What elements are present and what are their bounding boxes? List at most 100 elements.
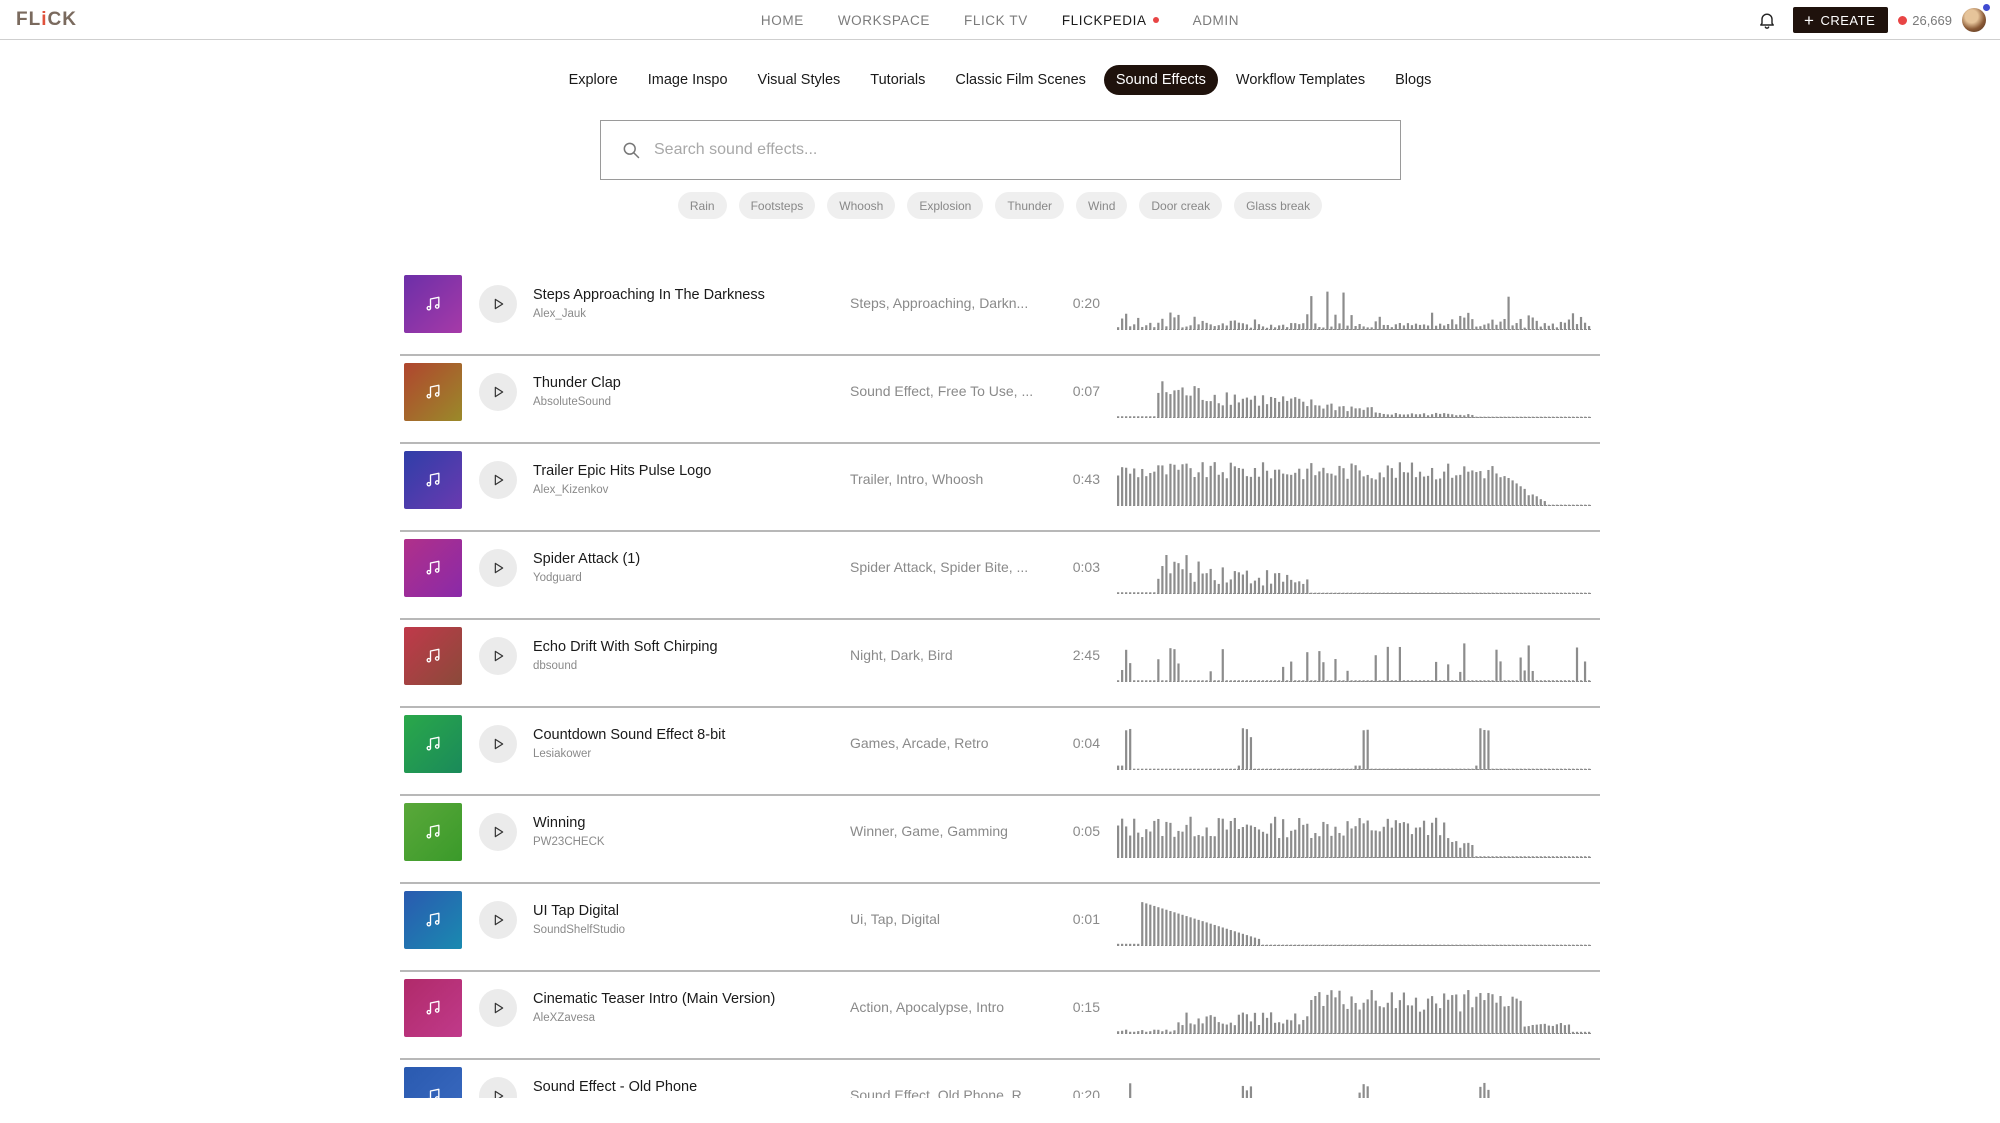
sound-row[interactable]: Winning PW23CHECK Winner, Game, Gamming 0:0…	[400, 796, 1600, 884]
waveform[interactable]	[1117, 634, 1592, 682]
sound-author[interactable]: Alex_Jauk	[533, 308, 586, 320]
sound-title[interactable]: Cinematic Teaser Intro (Main Version)	[533, 991, 775, 1007]
play-icon	[490, 1000, 506, 1016]
sound-row[interactable]: Spider Attack (1) Yodguard Spider Attack, …	[400, 532, 1600, 620]
waveform[interactable]	[1117, 458, 1592, 506]
play-button[interactable]	[479, 725, 517, 763]
tab-classic-film-scenes[interactable]: Classic Film Scenes	[943, 65, 1098, 95]
sound-author[interactable]: dbsound	[533, 660, 577, 672]
chip-thunder[interactable]: Thunder	[995, 192, 1065, 219]
sound-duration: 2:45	[1072, 647, 1100, 663]
sound-duration: 0:15	[1072, 999, 1100, 1015]
play-icon	[490, 736, 506, 752]
music-note-icon	[423, 734, 443, 754]
sound-thumbnail[interactable]	[404, 891, 462, 949]
chip-explosion[interactable]: Explosion	[907, 192, 984, 219]
tab-image-inspo[interactable]: Image Inspo	[636, 65, 740, 95]
chip-rain[interactable]: Rain	[677, 192, 727, 219]
nav-workspace[interactable]: WORKSPACE	[821, 13, 947, 28]
music-note-icon	[423, 470, 443, 490]
waveform[interactable]	[1117, 1074, 1592, 1098]
waveform[interactable]	[1117, 898, 1592, 946]
credits-counter[interactable]: 26,669	[1898, 13, 1952, 28]
sound-title[interactable]: UI Tap Digital	[533, 903, 619, 919]
sound-thumbnail[interactable]	[404, 803, 462, 861]
nav-flickpedia[interactable]: FLICKPEDIA	[1045, 13, 1176, 28]
tab-workflow-templates[interactable]: Workflow Templates	[1224, 65, 1377, 95]
sound-author[interactable]: AbsoluteSound	[533, 396, 611, 408]
sound-author[interactable]: AleXZavesa	[533, 1012, 595, 1024]
waveform[interactable]	[1117, 986, 1592, 1034]
nav-flick-tv[interactable]: FLICK TV	[947, 13, 1045, 28]
nav-admin[interactable]: ADMIN	[1176, 13, 1257, 28]
avatar[interactable]	[1962, 4, 1990, 32]
sound-duration: 0:07	[1072, 383, 1100, 399]
waveform[interactable]	[1117, 810, 1592, 858]
sound-thumbnail[interactable]	[404, 979, 462, 1037]
sound-title[interactable]: Echo Drift With Soft Chirping	[533, 639, 718, 655]
chip-glass-break[interactable]: Glass break	[1234, 192, 1323, 219]
sound-duration: 0:05	[1072, 823, 1100, 839]
chip-whoosh[interactable]: Whoosh	[827, 192, 896, 219]
chip-wind[interactable]: Wind	[1076, 192, 1128, 219]
play-button[interactable]	[479, 989, 517, 1027]
sound-row[interactable]: UI Tap Digital SoundShelfStudio Ui, Tap, D…	[400, 884, 1600, 972]
sound-thumbnail[interactable]	[404, 451, 462, 509]
tab-explore[interactable]: Explore	[557, 65, 630, 95]
sound-tags: Spider Attack, Spider Bite, ...	[850, 559, 1029, 575]
sound-thumbnail[interactable]	[404, 715, 462, 773]
play-button[interactable]	[479, 1077, 517, 1098]
play-button[interactable]	[479, 637, 517, 675]
sound-thumbnail[interactable]	[404, 539, 462, 597]
waveform[interactable]	[1117, 370, 1592, 418]
waveform[interactable]	[1117, 722, 1592, 770]
play-button[interactable]	[479, 813, 517, 851]
sound-row[interactable]: Trailer Epic Hits Pulse Logo Alex_Kizenko…	[400, 444, 1600, 532]
sound-title[interactable]: Thunder Clap	[533, 375, 621, 391]
flick-logo[interactable]: FL i CK	[16, 9, 77, 31]
sound-title[interactable]: Sound Effect - Old Phone	[533, 1079, 697, 1095]
search-input[interactable]	[654, 141, 1354, 159]
sound-row[interactable]: Cinematic Teaser Intro (Main Version) Ale…	[400, 972, 1600, 1060]
sound-title[interactable]: Steps Approaching In The Darkness	[533, 287, 765, 303]
play-button[interactable]	[479, 461, 517, 499]
sound-thumbnail[interactable]	[404, 1067, 462, 1098]
chip-footsteps[interactable]: Footsteps	[738, 192, 816, 219]
tab-sound-effects[interactable]: Sound Effects	[1103, 65, 1218, 95]
sound-author[interactable]: Yodguard	[533, 572, 582, 584]
sound-title[interactable]: Spider Attack (1)	[533, 551, 640, 567]
sound-author[interactable]: PW23CHECK	[533, 836, 605, 848]
sound-row[interactable]: Thunder Clap AbsoluteSound Sound Effect, F…	[400, 356, 1600, 444]
nav-home[interactable]: HOME	[744, 13, 821, 28]
sound-thumbnail[interactable]	[404, 275, 462, 333]
sound-title[interactable]: Trailer Epic Hits Pulse Logo	[533, 463, 711, 479]
sound-thumbnail[interactable]	[404, 363, 462, 421]
music-note-icon	[423, 998, 443, 1018]
create-button[interactable]: + CREATE	[1793, 7, 1889, 33]
sound-title[interactable]: Countdown Sound Effect 8-bit	[533, 727, 725, 743]
logo-text-c: CK	[47, 9, 77, 30]
waveform[interactable]	[1117, 282, 1592, 330]
sound-row[interactable]: Sound Effect - Old Phone Sound Effect, Ol…	[400, 1060, 1600, 1098]
music-note-icon	[423, 646, 443, 666]
music-note-icon	[423, 382, 443, 402]
tab-blogs[interactable]: Blogs	[1383, 65, 1443, 95]
sound-row[interactable]: Steps Approaching In The Darkness Alex_Ja…	[400, 268, 1600, 356]
bell-icon[interactable]	[1757, 10, 1777, 30]
sound-title[interactable]: Winning	[533, 815, 585, 831]
play-button[interactable]	[479, 285, 517, 323]
waveform[interactable]	[1117, 546, 1592, 594]
chip-door-creak[interactable]: Door creak	[1139, 192, 1223, 219]
tab-tutorials[interactable]: Tutorials	[858, 65, 937, 95]
sound-row[interactable]: Echo Drift With Soft Chirping dbsound Nigh…	[400, 620, 1600, 708]
play-button[interactable]	[479, 901, 517, 939]
sound-author[interactable]: SoundShelfStudio	[533, 924, 625, 936]
sound-author[interactable]: Lesiakower	[533, 748, 591, 760]
avatar-badge	[1983, 4, 1990, 11]
sound-author[interactable]: Alex_Kizenkov	[533, 484, 608, 496]
tab-visual-styles[interactable]: Visual Styles	[746, 65, 853, 95]
sound-row[interactable]: Countdown Sound Effect 8-bit Lesiakower Ga…	[400, 708, 1600, 796]
play-button[interactable]	[479, 373, 517, 411]
sound-thumbnail[interactable]	[404, 627, 462, 685]
play-button[interactable]	[479, 549, 517, 587]
